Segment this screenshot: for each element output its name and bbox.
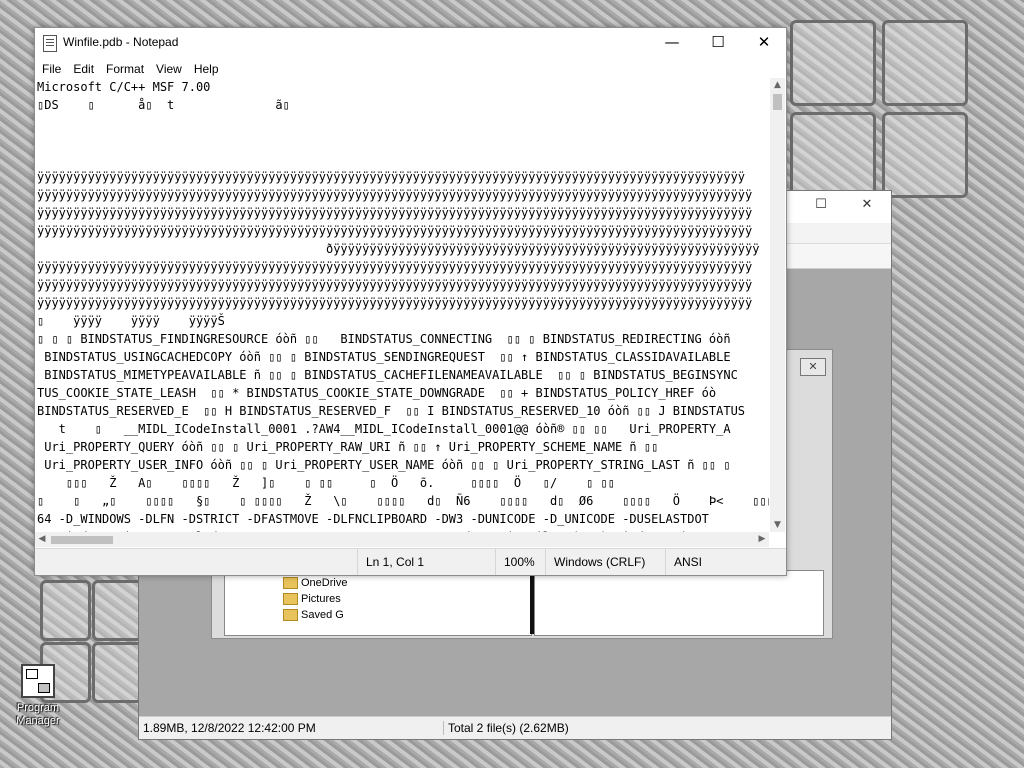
text-line: Microsoft C/C++ MSF 7.00	[37, 80, 211, 94]
text-editor-area[interactable]: Microsoft C/C++ MSF 7.00 ▯DS ▯ å▯ t ã▯ ÿÿÿ…	[37, 78, 769, 532]
text-line	[37, 114, 769, 132]
text-line: Uri_PROPERTY_QUERY óòñ ▯▯ ▯ Uri_PROPERTY…	[37, 440, 659, 454]
text-line: BINDSTATUS_MIMETYPEAVAILABLE ñ ▯▯ ▯ BIND…	[37, 368, 738, 382]
text-line: TUS_COOKIE_STATE_LEASH ▯▯ * BINDSTATUS_C…	[37, 386, 717, 400]
text-line: ÿÿÿÿÿÿÿÿÿÿÿÿÿÿÿÿÿÿÿÿÿÿÿÿÿÿÿÿÿÿÿÿÿÿÿÿÿÿÿÿ…	[37, 278, 753, 292]
menubar: File Edit Format View Help	[35, 58, 786, 78]
program-manager-icon	[21, 664, 55, 698]
text-line: ▯ ▯ „▯ ▯▯▯▯ §▯ ▯ ▯▯▯▯ Ž \▯ ▯▯▯▯ d▯ Ñ6 ▯▯…	[37, 494, 769, 508]
folder-icon	[283, 609, 298, 622]
text-line: ðÿÿÿÿÿÿÿÿÿÿÿÿÿÿÿÿÿÿÿÿÿÿÿÿÿÿÿÿÿÿÿÿÿÿÿÿÿÿÿ…	[37, 242, 760, 256]
directory-tree[interactable]: OneDrive Pictures Saved G	[224, 570, 532, 636]
tree-item-onedrive[interactable]: OneDrive	[283, 575, 347, 591]
text-line: t ▯ __MIDL_ICodeInstall_0001 .?AW4__MIDL…	[37, 422, 731, 436]
folder-icon	[283, 593, 298, 606]
minimize-button[interactable]: —	[649, 28, 695, 58]
status-encoding: ANSI	[665, 549, 754, 575]
menu-file[interactable]: File	[36, 59, 67, 77]
notepad-titlebar[interactable]: Winfile.pdb - Notepad — ☐ ✕	[35, 28, 786, 58]
text-line: ▯ ▯ ▯ BINDSTATUS_FINDINGRESOURCE óòñ ▯▯ …	[37, 332, 731, 346]
text-line: ▯▯▯ Ž A▯ ▯▯▯▯ Ž ]▯ ▯ ▯▯ ▯ Ö õ. ▯▯▯▯ Ö ▯/…	[37, 476, 615, 490]
vertical-scroll-thumb[interactable]	[773, 94, 782, 110]
tree-item-saved-games[interactable]: Saved G	[283, 607, 344, 623]
file-manager-statusbar: 1.89MB, 12/8/2022 12:42:00 PM Total 2 fi…	[139, 716, 891, 739]
fm-status-total: Total 2 file(s) (2.62MB)	[443, 721, 569, 735]
program-manager-desktop-icon[interactable]: Program Manager	[12, 664, 64, 728]
scroll-right-arrow-icon[interactable]: ▶	[755, 532, 769, 547]
tree-item-pictures[interactable]: Pictures	[283, 591, 341, 607]
scroll-up-arrow-icon[interactable]: ▲	[770, 78, 785, 92]
close-button[interactable]: ✕	[741, 28, 787, 58]
fm-close-button[interactable]: ✕	[847, 197, 887, 217]
folder-icon	[283, 577, 298, 590]
statusbar: Ln 1, Col 1 100% Windows (CRLF) ANSI	[35, 548, 786, 575]
window-title: Winfile.pdb - Notepad	[63, 35, 179, 49]
text-line: ÿÿÿÿÿÿÿÿÿÿÿÿÿÿÿÿÿÿÿÿÿÿÿÿÿÿÿÿÿÿÿÿÿÿÿÿÿÿÿÿ…	[37, 260, 753, 274]
text-line: 64 -D_WINDOWS -DLFN -DSTRICT -DFASTMOVE …	[37, 512, 709, 526]
horizontal-scroll-thumb[interactable]	[51, 536, 113, 544]
status-zoom: 100%	[495, 549, 546, 575]
wallpaper-logo-top-right	[790, 20, 970, 198]
text-line	[37, 132, 769, 150]
notepad-app-icon	[43, 35, 57, 52]
vertical-scrollbar[interactable]: ▲ ▼	[770, 78, 785, 532]
fm-status-selection: 1.89MB, 12/8/2022 12:42:00 PM	[143, 721, 316, 735]
menu-help[interactable]: Help	[188, 59, 225, 77]
directory-close-button[interactable]: ✕	[800, 358, 826, 376]
menu-format[interactable]: Format	[100, 59, 150, 77]
menu-view[interactable]: View	[150, 59, 188, 77]
text-line: BINDSTATUS_RESERVED_E ▯▯ H BINDSTATUS_RE…	[37, 404, 746, 418]
text-line: ÿÿÿÿÿÿÿÿÿÿÿÿÿÿÿÿÿÿÿÿÿÿÿÿÿÿÿÿÿÿÿÿÿÿÿÿÿÿÿÿ…	[37, 296, 753, 310]
text-line: ÿÿÿÿÿÿÿÿÿÿÿÿÿÿÿÿÿÿÿÿÿÿÿÿÿÿÿÿÿÿÿÿÿÿÿÿÿÿÿÿ…	[37, 206, 753, 220]
status-cursor-position: Ln 1, Col 1	[357, 549, 496, 575]
horizontal-scrollbar[interactable]: ◀ ▶	[35, 532, 769, 547]
text-line: ÿÿÿÿÿÿÿÿÿÿÿÿÿÿÿÿÿÿÿÿÿÿÿÿÿÿÿÿÿÿÿÿÿÿÿÿÿÿÿÿ…	[37, 170, 746, 184]
menu-edit[interactable]: Edit	[67, 59, 100, 77]
text-line: ▯ ÿÿÿÿ ÿÿÿÿ ÿÿÿÿŠ	[37, 314, 225, 328]
fm-maximize-button[interactable]: ☐	[801, 197, 841, 217]
maximize-button[interactable]: ☐	[695, 28, 741, 58]
text-line: BINDSTATUS_USINGCACHEDCOPY óòñ ▯▯ ▯ BIND…	[37, 350, 731, 364]
program-manager-label: Program Manager	[16, 702, 60, 727]
text-line: ÿÿÿÿÿÿÿÿÿÿÿÿÿÿÿÿÿÿÿÿÿÿÿÿÿÿÿÿÿÿÿÿÿÿÿÿÿÿÿÿ…	[37, 188, 753, 202]
notepad-window[interactable]: Winfile.pdb - Notepad — ☐ ✕ File Edit Form…	[34, 27, 787, 576]
status-line-ending: Windows (CRLF)	[545, 549, 666, 575]
text-line: ▯DS ▯ å▯ t ã▯	[37, 98, 290, 112]
text-line: ÿÿÿÿÿÿÿÿÿÿÿÿÿÿÿÿÿÿÿÿÿÿÿÿÿÿÿÿÿÿÿÿÿÿÿÿÿÿÿÿ…	[37, 224, 753, 238]
file-list-pane[interactable]	[534, 570, 824, 636]
text-line: Uri_PROPERTY_USER_INFO óòñ ▯▯ ▯ Uri_PROP…	[37, 458, 731, 472]
text-line	[37, 150, 769, 168]
scroll-down-arrow-icon[interactable]: ▼	[770, 518, 785, 532]
scroll-left-arrow-icon[interactable]: ◀	[35, 532, 49, 547]
